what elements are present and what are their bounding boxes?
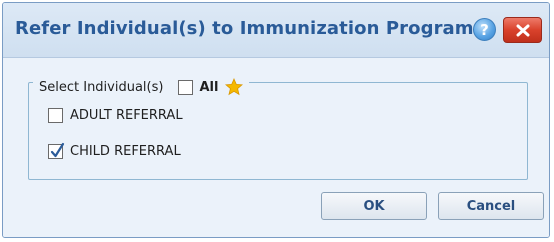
adult-referral-checkbox[interactable] [48, 108, 63, 123]
close-button[interactable] [503, 17, 542, 43]
adult-referral-label: ADULT REFERRAL [70, 108, 183, 123]
dialog-titlebar: Refer Individual(s) to Immunization Prog… [3, 3, 549, 58]
help-icon[interactable]: ? [473, 18, 496, 41]
close-icon [516, 24, 530, 37]
ok-button[interactable]: OK [321, 192, 427, 220]
adult-referral-row[interactable]: ADULT REFERRAL [48, 108, 183, 123]
legend-label: Select Individual(s) [39, 79, 164, 95]
dialog-body: Select Individual(s) All ADULT REFERRAL … [3, 58, 549, 237]
cancel-button[interactable]: Cancel [438, 192, 544, 220]
all-checkbox[interactable] [178, 79, 194, 95]
dialog-title: Refer Individual(s) to Immunization Prog… [15, 18, 474, 39]
svg-text:?: ? [480, 21, 489, 39]
child-referral-row[interactable]: CHILD REFERRAL [48, 142, 181, 159]
checkmark-icon [50, 142, 65, 158]
select-individuals-legend: Select Individual(s) All [33, 76, 250, 98]
child-referral-label: CHILD REFERRAL [70, 144, 181, 159]
all-label: All [199, 79, 219, 95]
refer-dialog: Refer Individual(s) to Immunization Prog… [2, 2, 550, 238]
star-icon[interactable] [225, 77, 244, 96]
child-referral-checkbox[interactable] [48, 142, 65, 159]
